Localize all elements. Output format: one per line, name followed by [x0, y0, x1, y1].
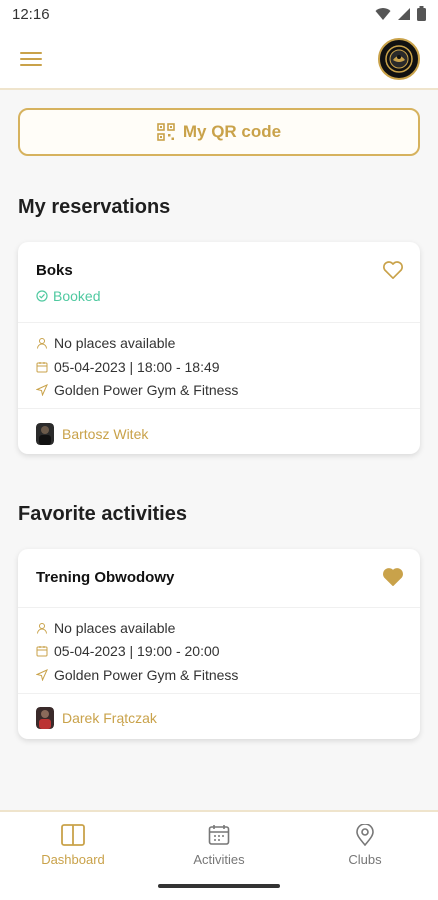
booking-status: Booked [36, 288, 100, 304]
section-title-reservations: My reservations [18, 196, 171, 218]
status-icons [375, 6, 426, 21]
datetime-text: 05-04-2023 | 19:00 - 20:00 [54, 643, 220, 659]
datetime-row: 05-04-2023 | 18:00 - 18:49 [36, 359, 220, 375]
location-text: Golden Power Gym & Fitness [54, 382, 239, 398]
trainer-link[interactable]: Bartosz Witek [36, 423, 148, 445]
nav-label: Clubs [348, 852, 382, 867]
trainer-name: Bartosz Witek [62, 426, 149, 442]
trainer-avatar [36, 707, 54, 729]
user-icon [37, 338, 47, 349]
location-pin-icon [356, 824, 374, 846]
datetime-row: 05-04-2023 | 19:00 - 20:00 [36, 643, 220, 659]
trainer-link[interactable]: Darek Frątczak [36, 707, 157, 729]
check-circle-icon [36, 290, 48, 302]
reservation-card[interactable]: Boks Booked No places available 05-04-20… [18, 242, 420, 454]
dashboard-icon [61, 824, 85, 846]
calendar-icon [208, 825, 230, 845]
places-row: No places available [36, 620, 175, 636]
activity-title: Trening Obwodowy [36, 569, 175, 586]
status-bar: 12:16 [0, 0, 438, 30]
calendar-icon [36, 362, 48, 373]
wifi-icon [375, 7, 391, 20]
divider [18, 322, 420, 323]
places-row: No places available [36, 335, 175, 351]
navigation-arrow-icon [36, 669, 48, 681]
divider [18, 408, 420, 409]
nav-label: Activities [193, 852, 245, 867]
gym-logo-icon [385, 45, 413, 73]
battery-icon [417, 6, 426, 21]
status-time: 12:16 [12, 6, 50, 23]
favorite-activity-card[interactable]: Trening Obwodowy No places available 05-… [18, 549, 420, 739]
home-indicator[interactable] [158, 884, 280, 888]
section-title-favorites: Favorite activities [18, 503, 187, 525]
my-qr-code-button[interactable]: My QR code [18, 108, 420, 156]
nav-clubs[interactable]: Clubs [310, 824, 420, 867]
trainer-name: Darek Frątczak [62, 710, 157, 726]
signal-icon [398, 7, 410, 20]
nav-activities[interactable]: Activities [164, 824, 274, 867]
gym-logo-avatar[interactable] [378, 38, 420, 80]
nav-label: Dashboard [41, 852, 105, 867]
trainer-avatar [36, 423, 54, 445]
divider [18, 693, 420, 694]
qr-code-icon [157, 123, 175, 141]
places-text: No places available [54, 620, 176, 636]
qr-button-label: My QR code [182, 122, 282, 141]
calendar-icon [36, 646, 48, 657]
hamburger-menu-icon[interactable] [20, 48, 46, 70]
places-text: No places available [54, 335, 176, 351]
activity-title: Boks [36, 262, 73, 279]
app-header [0, 30, 438, 90]
status-label: Booked [53, 288, 101, 304]
location-row: Golden Power Gym & Fitness [36, 667, 238, 683]
location-text: Golden Power Gym & Fitness [54, 667, 239, 683]
divider [18, 607, 420, 608]
nav-dashboard[interactable]: Dashboard [18, 824, 128, 867]
favorite-outline-icon[interactable] [382, 260, 404, 280]
location-row: Golden Power Gym & Fitness [36, 382, 238, 398]
datetime-text: 05-04-2023 | 18:00 - 18:49 [54, 359, 220, 375]
user-icon [37, 623, 47, 634]
navigation-arrow-icon [36, 384, 48, 396]
favorite-filled-icon[interactable] [382, 567, 404, 587]
